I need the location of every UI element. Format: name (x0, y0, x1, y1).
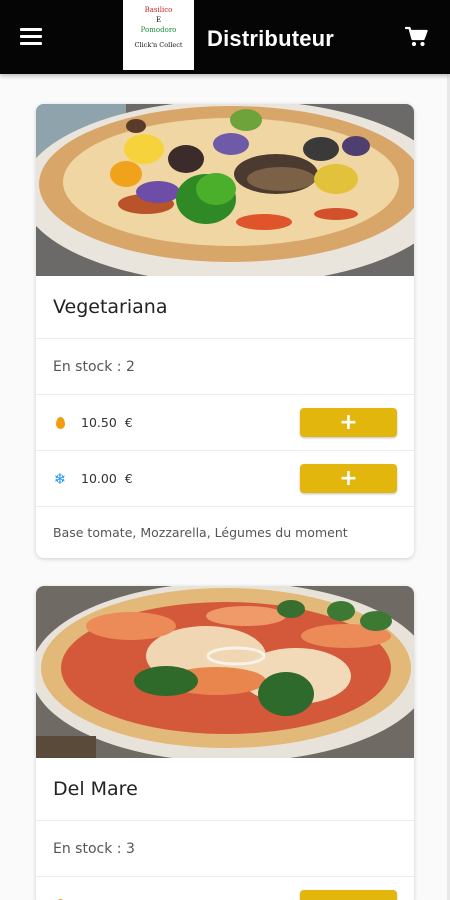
product-name: Del Mare (53, 778, 138, 800)
menu-icon[interactable] (20, 28, 42, 46)
price-hot: 10.50 € (81, 415, 133, 430)
logo-line-3: Pomodoro (140, 26, 177, 34)
add-hot-button[interactable] (300, 890, 397, 900)
product-name: Vegetariana (53, 296, 168, 318)
product-image (36, 104, 414, 276)
add-frozen-button[interactable]: + (300, 464, 397, 493)
product-card: Vegetariana En stock : 2 10.50 € + ❄ 10.… (36, 104, 414, 558)
page-title: Distributeur (207, 26, 335, 51)
price-frozen: 10.00 € (81, 471, 133, 486)
price-frozen-row: ❄ 10.00 € + (36, 450, 414, 506)
price-hot-row: 10.50 € + (36, 394, 414, 450)
logo-line-4: Click'n Collect (134, 41, 183, 49)
stock-text: En stock : 2 (36, 338, 414, 394)
stock-text: En stock : 3 (36, 820, 414, 876)
product-description: Base tomate, Mozzarella, Légumes du mome… (36, 506, 414, 558)
logo-line-1: Basilico (144, 6, 173, 14)
snowflake-icon: ❄ (53, 469, 67, 488)
logo: Basilico E Pomodoro Click'n Collect (123, 0, 194, 70)
flame-icon (53, 416, 67, 429)
product-card: Del Mare En stock : 3 (36, 586, 414, 900)
app-bar: Basilico E Pomodoro Click'n Collect Dist… (0, 0, 450, 74)
add-hot-button[interactable]: + (300, 408, 397, 437)
price-hot-row (36, 876, 414, 900)
logo-line-2: E (155, 16, 162, 24)
product-image (36, 586, 414, 758)
cart-icon[interactable] (404, 26, 429, 48)
